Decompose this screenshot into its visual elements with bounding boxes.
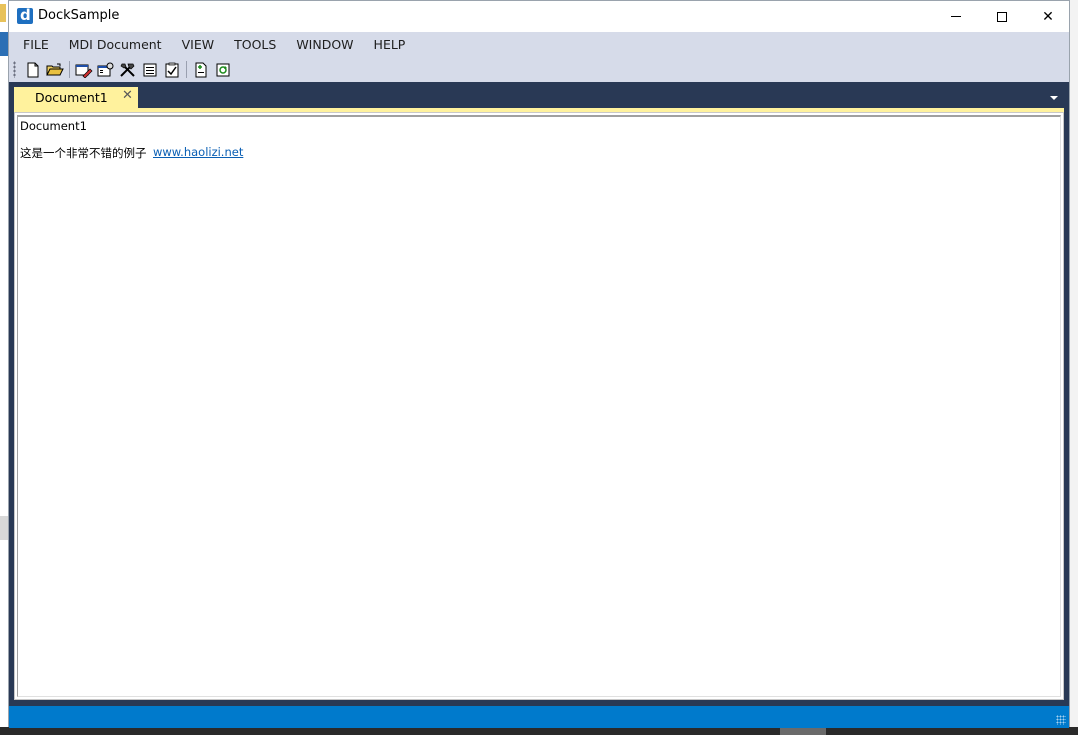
edit-document-button[interactable] xyxy=(73,59,95,81)
new-document-button[interactable] xyxy=(22,59,44,81)
document-window: Document1 这是一个非常不错的例子 www.haolizi.net xyxy=(14,112,1064,700)
checklist-icon xyxy=(165,62,179,77)
taskbar-edge xyxy=(0,727,1078,735)
menu-file[interactable]: FILE xyxy=(13,32,59,57)
toolbar-grip[interactable] xyxy=(13,61,16,78)
list-icon xyxy=(143,63,157,76)
resize-grip-icon[interactable] xyxy=(1056,715,1066,725)
checklist-button[interactable] xyxy=(161,59,183,81)
menu-bar: FILE MDI Document VIEW TOOLS WINDOW HELP xyxy=(9,32,1069,57)
list-button[interactable] xyxy=(139,59,161,81)
menu-tools[interactable]: TOOLS xyxy=(224,32,286,57)
tools-button[interactable] xyxy=(117,59,139,81)
folder-icon xyxy=(0,4,6,22)
title-bar[interactable]: DockSample ✕ xyxy=(9,1,1069,32)
new-document-icon xyxy=(27,62,39,77)
toolbar-separator xyxy=(69,61,70,78)
minimize-button[interactable] xyxy=(933,1,979,32)
window-title: DockSample xyxy=(38,8,120,23)
desktop-highlight xyxy=(0,32,8,56)
refresh-document-icon xyxy=(216,63,230,76)
toolbar-separator xyxy=(186,61,187,78)
toolbar xyxy=(9,57,1069,82)
properties-icon xyxy=(97,62,114,76)
document-content: Document1 这是一个非常不错的例子 www.haolizi.net xyxy=(17,115,1061,697)
tab-document1[interactable]: Document1 ✕ xyxy=(14,87,138,108)
tools-icon xyxy=(120,63,135,77)
dock-panel: Document1 ✕ Document1 这是一个非常不错的例子 www.ha… xyxy=(9,82,1069,706)
maximize-icon xyxy=(997,11,1007,22)
open-folder-button[interactable] xyxy=(44,59,66,81)
document-title: Document1 xyxy=(20,119,87,133)
refresh-document-button[interactable] xyxy=(212,59,234,81)
menu-window[interactable]: WINDOW xyxy=(286,32,363,57)
status-bar xyxy=(9,706,1069,728)
minimize-icon xyxy=(951,16,961,17)
close-icon: ✕ xyxy=(1042,8,1054,25)
desktop-gray-strip xyxy=(0,516,8,540)
desktop-left-edge xyxy=(0,0,8,735)
properties-button[interactable] xyxy=(95,59,117,81)
chevron-down-icon[interactable] xyxy=(1050,96,1058,100)
desktop-right-edge xyxy=(1070,0,1078,735)
menu-mdi-document[interactable]: MDI Document xyxy=(59,32,172,57)
website-link[interactable]: www.haolizi.net xyxy=(153,145,243,159)
document-text: 这是一个非常不错的例子 xyxy=(20,146,147,160)
menu-help[interactable]: HELP xyxy=(364,32,416,57)
tab-label: Document1 xyxy=(35,90,108,105)
app-logo-icon xyxy=(17,6,33,24)
add-document-button[interactable] xyxy=(190,59,212,81)
edit-document-icon xyxy=(75,64,93,78)
tab-close-icon[interactable]: ✕ xyxy=(122,88,133,103)
maximize-button[interactable] xyxy=(979,1,1025,32)
taskbar-highlight xyxy=(780,727,826,735)
close-button[interactable]: ✕ xyxy=(1025,1,1071,32)
add-document-icon xyxy=(195,62,207,77)
app-window: DockSample ✕ FILE MDI Document VIEW TOOL… xyxy=(8,0,1070,728)
open-folder-icon xyxy=(46,63,64,75)
menu-view[interactable]: VIEW xyxy=(172,32,225,57)
